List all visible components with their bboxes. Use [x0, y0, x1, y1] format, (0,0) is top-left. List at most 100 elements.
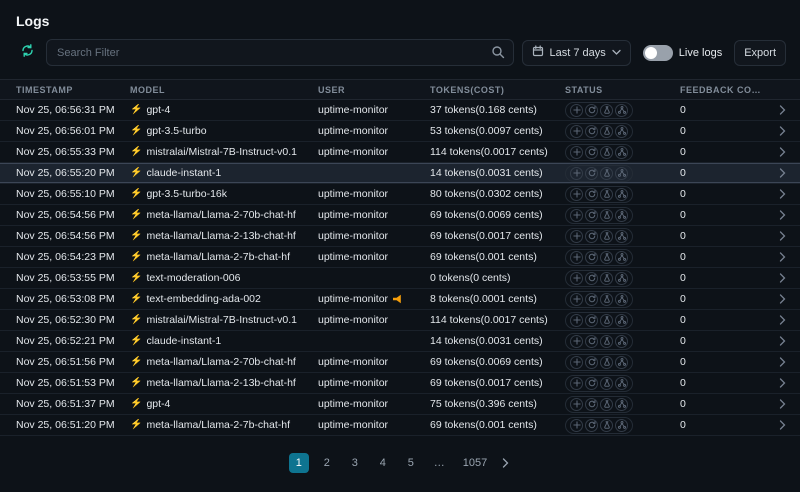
rerun-icon[interactable]	[585, 293, 598, 306]
rerun-icon[interactable]	[585, 398, 598, 411]
rerun-icon[interactable]	[585, 251, 598, 264]
add-icon[interactable]	[570, 398, 583, 411]
add-icon[interactable]	[570, 125, 583, 138]
experiment-icon[interactable]	[600, 167, 613, 180]
experiment-icon[interactable]	[600, 146, 613, 159]
row-expand-button[interactable]	[772, 147, 800, 157]
trace-icon[interactable]	[615, 251, 628, 264]
experiment-icon[interactable]	[600, 209, 613, 222]
table-row[interactable]: Nov 25, 06:54:56 PM ⚡ meta-llama/Llama-2…	[0, 226, 800, 247]
experiment-icon[interactable]	[600, 293, 613, 306]
table-row[interactable]: Nov 25, 06:52:21 PM ⚡ claude-instant-1 1…	[0, 331, 800, 352]
rerun-icon[interactable]	[585, 314, 598, 327]
table-row[interactable]: Nov 25, 06:55:20 PM ⚡ claude-instant-1 1…	[0, 163, 800, 184]
add-icon[interactable]	[570, 272, 583, 285]
experiment-icon[interactable]	[600, 335, 613, 348]
row-expand-button[interactable]	[772, 336, 800, 346]
experiment-icon[interactable]	[600, 251, 613, 264]
experiment-icon[interactable]	[600, 398, 613, 411]
row-expand-button[interactable]	[772, 252, 800, 262]
row-expand-button[interactable]	[772, 357, 800, 367]
page-button[interactable]: 3	[345, 453, 365, 473]
date-range-button[interactable]: Last 7 days	[522, 40, 631, 66]
table-row[interactable]: Nov 25, 06:51:53 PM ⚡ meta-llama/Llama-2…	[0, 373, 800, 394]
page-button[interactable]: 1057	[458, 453, 492, 473]
table-row[interactable]: Nov 25, 06:51:37 PM ⚡ gpt-4 uptime-monit…	[0, 394, 800, 415]
add-icon[interactable]	[570, 356, 583, 369]
experiment-icon[interactable]	[600, 188, 613, 201]
row-expand-button[interactable]	[772, 420, 800, 430]
row-expand-button[interactable]	[772, 210, 800, 220]
add-icon[interactable]	[570, 419, 583, 432]
rerun-icon[interactable]	[585, 167, 598, 180]
rerun-icon[interactable]	[585, 356, 598, 369]
table-row[interactable]: Nov 25, 06:56:31 PM ⚡ gpt-4 uptime-monit…	[0, 100, 800, 121]
add-icon[interactable]	[570, 146, 583, 159]
search-input[interactable]	[46, 39, 514, 66]
table-row[interactable]: Nov 25, 06:51:56 PM ⚡ meta-llama/Llama-2…	[0, 352, 800, 373]
table-row[interactable]: Nov 25, 06:55:33 PM ⚡ mistralai/Mistral-…	[0, 142, 800, 163]
page-button[interactable]: 5	[401, 453, 421, 473]
experiment-icon[interactable]	[600, 419, 613, 432]
rerun-icon[interactable]	[585, 419, 598, 432]
add-icon[interactable]	[570, 104, 583, 117]
trace-icon[interactable]	[615, 356, 628, 369]
trace-icon[interactable]	[615, 398, 628, 411]
add-icon[interactable]	[570, 293, 583, 306]
table-row[interactable]: Nov 25, 06:54:23 PM ⚡ meta-llama/Llama-2…	[0, 247, 800, 268]
experiment-icon[interactable]	[600, 104, 613, 117]
rerun-icon[interactable]	[585, 335, 598, 348]
trace-icon[interactable]	[615, 272, 628, 285]
experiment-icon[interactable]	[600, 125, 613, 138]
add-icon[interactable]	[570, 314, 583, 327]
page-button[interactable]: 1	[289, 453, 309, 473]
add-icon[interactable]	[570, 167, 583, 180]
table-row[interactable]: Nov 25, 06:55:10 PM ⚡ gpt-3.5-turbo-16k …	[0, 184, 800, 205]
row-expand-button[interactable]	[772, 294, 800, 304]
row-expand-button[interactable]	[772, 273, 800, 283]
add-icon[interactable]	[570, 209, 583, 222]
rerun-icon[interactable]	[585, 209, 598, 222]
trace-icon[interactable]	[615, 167, 628, 180]
table-row[interactable]: Nov 25, 06:54:56 PM ⚡ meta-llama/Llama-2…	[0, 205, 800, 226]
table-row[interactable]: Nov 25, 06:52:30 PM ⚡ mistralai/Mistral-…	[0, 310, 800, 331]
add-icon[interactable]	[570, 335, 583, 348]
trace-icon[interactable]	[615, 419, 628, 432]
experiment-icon[interactable]	[600, 377, 613, 390]
rerun-icon[interactable]	[585, 188, 598, 201]
page-button[interactable]: 2	[317, 453, 337, 473]
table-row[interactable]: Nov 25, 06:56:01 PM ⚡ gpt-3.5-turbo upti…	[0, 121, 800, 142]
experiment-icon[interactable]	[600, 356, 613, 369]
experiment-icon[interactable]	[600, 230, 613, 243]
row-expand-button[interactable]	[772, 315, 800, 325]
trace-icon[interactable]	[615, 188, 628, 201]
page-button[interactable]: 4	[373, 453, 393, 473]
row-expand-button[interactable]	[772, 399, 800, 409]
rerun-icon[interactable]	[585, 125, 598, 138]
rerun-icon[interactable]	[585, 146, 598, 159]
refresh-button[interactable]	[16, 42, 38, 64]
row-expand-button[interactable]	[772, 168, 800, 178]
trace-icon[interactable]	[615, 335, 628, 348]
rerun-icon[interactable]	[585, 230, 598, 243]
trace-icon[interactable]	[615, 125, 628, 138]
trace-icon[interactable]	[615, 104, 628, 117]
experiment-icon[interactable]	[600, 314, 613, 327]
trace-icon[interactable]	[615, 146, 628, 159]
row-expand-button[interactable]	[772, 378, 800, 388]
rerun-icon[interactable]	[585, 272, 598, 285]
export-button[interactable]: Export	[734, 40, 786, 66]
next-page-button[interactable]	[500, 456, 511, 470]
table-row[interactable]: Nov 25, 06:53:55 PM ⚡ text-moderation-00…	[0, 268, 800, 289]
trace-icon[interactable]	[615, 293, 628, 306]
experiment-icon[interactable]	[600, 272, 613, 285]
table-row[interactable]: Nov 25, 06:53:08 PM ⚡ text-embedding-ada…	[0, 289, 800, 310]
trace-icon[interactable]	[615, 230, 628, 243]
add-icon[interactable]	[570, 188, 583, 201]
add-icon[interactable]	[570, 377, 583, 390]
row-expand-button[interactable]	[772, 231, 800, 241]
add-icon[interactable]	[570, 251, 583, 264]
row-expand-button[interactable]	[772, 105, 800, 115]
table-row[interactable]: Nov 25, 06:51:20 PM ⚡ meta-llama/Llama-2…	[0, 415, 800, 436]
trace-icon[interactable]	[615, 314, 628, 327]
